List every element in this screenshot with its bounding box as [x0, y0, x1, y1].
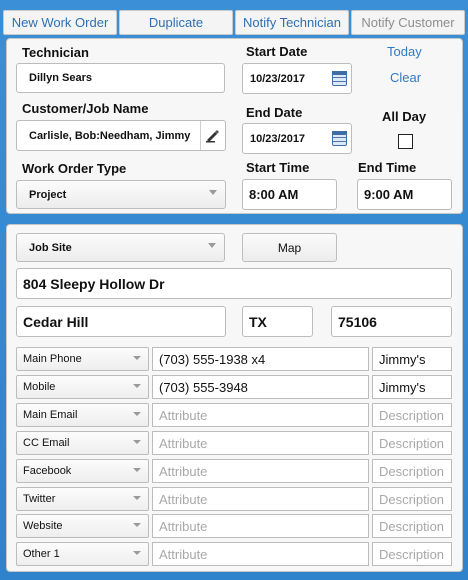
toolbar: New Work Order Duplicate Notify Technici… — [0, 10, 468, 35]
today-link[interactable]: Today — [387, 44, 422, 59]
work-order-panel: Technician Dillyn Sears Customer/Job Nam… — [6, 38, 463, 214]
contact-desc-field[interactable]: Jimmy's — [372, 347, 452, 371]
chevron-down-icon — [209, 189, 217, 195]
chevron-down-icon — [133, 551, 141, 555]
contact-row: Main Phone (703) 555-1938 x4 Jimmy's — [16, 347, 462, 371]
location-select[interactable]: Job Site — [16, 233, 225, 262]
contact-value-field[interactable]: Attribute — [152, 431, 369, 455]
technician-field[interactable]: Dillyn Sears — [16, 63, 225, 93]
contact-desc-field[interactable]: Jimmy's — [372, 375, 452, 399]
chevron-down-icon — [133, 440, 141, 444]
contact-row: CC Email Attribute Description — [16, 431, 462, 455]
contact-value-field[interactable]: (703) 555-1938 x4 — [152, 347, 369, 371]
contact-type-select[interactable]: Main Phone — [16, 347, 149, 371]
contact-value-field[interactable]: Attribute — [152, 514, 369, 538]
all-day-label: All Day — [382, 109, 427, 124]
contact-row: Mobile (703) 555-3948 Jimmy's — [16, 375, 462, 399]
address-field[interactable]: 804 Sleepy Hollow Dr — [16, 268, 452, 299]
end-date-value: 10/23/2017 — [250, 132, 306, 145]
notify-technician-button[interactable]: Notify Technician — [235, 10, 349, 35]
clear-link[interactable]: Clear — [390, 70, 421, 85]
contact-value-field[interactable]: (703) 555-3948 — [152, 375, 369, 399]
contact-type-select[interactable]: Mobile — [16, 375, 149, 399]
contact-row: Twitter Attribute Description — [16, 487, 462, 511]
contact-row: Facebook Attribute Description — [16, 459, 462, 483]
calendar-icon[interactable] — [332, 70, 347, 86]
city-field[interactable]: Cedar Hill — [16, 306, 226, 337]
contact-type-select[interactable]: Other 1 — [16, 542, 149, 566]
contact-value-field[interactable]: Attribute — [152, 542, 369, 566]
all-day-checkbox[interactable] — [398, 134, 413, 149]
location-value: Job Site — [29, 241, 72, 254]
work-order-type-value: Project — [29, 188, 67, 201]
end-time-label: End Time — [358, 160, 417, 175]
contact-type-select[interactable]: CC Email — [16, 431, 149, 455]
chevron-down-icon — [133, 496, 141, 500]
contact-desc-field[interactable]: Description — [372, 431, 452, 455]
contact-desc-field[interactable]: Description — [372, 514, 452, 538]
contact-value-field[interactable]: Attribute — [152, 459, 369, 483]
chevron-down-icon — [208, 242, 216, 248]
start-time-label: Start Time — [246, 160, 310, 175]
notify-customer-button[interactable]: Notify Customer — [351, 10, 465, 35]
work-order-type-label: Work Order Type — [22, 161, 127, 176]
zip-field[interactable]: 75106 — [331, 306, 452, 337]
chevron-down-icon — [133, 468, 141, 472]
calendar-icon[interactable] — [332, 130, 347, 146]
contact-type-select[interactable]: Twitter — [16, 487, 149, 511]
chevron-down-icon — [133, 523, 141, 527]
contact-desc-field[interactable]: Description — [372, 403, 452, 427]
start-time-field[interactable]: 8:00 AM — [242, 179, 337, 210]
contact-desc-field[interactable]: Description — [372, 459, 452, 483]
contact-row: Other 1 Attribute Description — [16, 542, 462, 566]
chevron-down-icon — [133, 384, 141, 388]
contact-value-field[interactable]: Attribute — [152, 487, 369, 511]
start-date-label: Start Date — [246, 44, 308, 59]
end-time-field[interactable]: 9:00 AM — [357, 179, 452, 210]
customer-field[interactable]: Carlisle, Bob:Needham, Jimmy — [16, 120, 226, 151]
edit-customer-icon[interactable] — [200, 121, 225, 150]
contact-row: Main Email Attribute Description — [16, 403, 462, 427]
contact-type-select[interactable]: Main Email — [16, 403, 149, 427]
new-work-order-button[interactable]: New Work Order — [3, 10, 117, 35]
end-date-field[interactable]: 10/23/2017 — [242, 123, 352, 154]
work-order-type-select[interactable]: Project — [16, 180, 226, 209]
chevron-down-icon — [133, 412, 141, 416]
duplicate-button[interactable]: Duplicate — [119, 10, 233, 35]
end-date-label: End Date — [246, 105, 303, 120]
contact-desc-field[interactable]: Description — [372, 487, 452, 511]
customer-value: Carlisle, Bob:Needham, Jimmy — [29, 129, 191, 142]
map-button[interactable]: Map — [242, 233, 337, 262]
start-date-field[interactable]: 10/23/2017 — [242, 63, 352, 94]
contact-value-field[interactable]: Attribute — [152, 403, 369, 427]
contact-row: Website Attribute Description — [16, 514, 462, 538]
contact-desc-field[interactable]: Description — [372, 542, 452, 566]
start-date-value: 10/23/2017 — [250, 72, 306, 85]
customer-label: Customer/Job Name — [22, 101, 149, 116]
technician-label: Technician — [22, 45, 89, 60]
site-panel: Job Site Map 804 Sleepy Hollow Dr Cedar … — [6, 224, 463, 572]
chevron-down-icon — [133, 356, 141, 360]
contact-type-select[interactable]: Facebook — [16, 459, 149, 483]
contact-type-select[interactable]: Website — [16, 514, 149, 538]
state-field[interactable]: TX — [242, 306, 313, 337]
